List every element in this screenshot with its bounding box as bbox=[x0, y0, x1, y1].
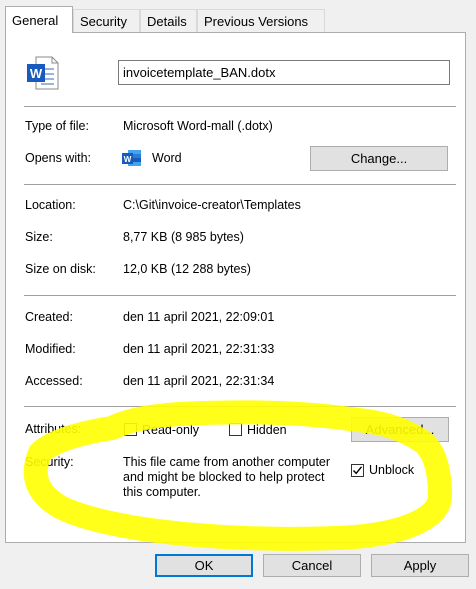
readonly-checkbox[interactable] bbox=[124, 423, 137, 436]
size-on-disk-value: 12,0 KB (12 288 bytes) bbox=[123, 262, 251, 276]
size-value: 8,77 KB (8 985 bytes) bbox=[123, 230, 244, 244]
type-value: Microsoft Word-mall (.dotx) bbox=[123, 119, 273, 133]
size-label: Size: bbox=[25, 230, 53, 244]
modified-label: Modified: bbox=[25, 342, 76, 356]
change-button[interactable]: Change... bbox=[310, 146, 448, 171]
security-message-line: and might be blocked to help protect bbox=[123, 470, 325, 484]
readonly-label[interactable]: Read-only bbox=[142, 423, 199, 437]
svg-text:W: W bbox=[30, 66, 43, 81]
location-label: Location: bbox=[25, 198, 76, 212]
opens-with-label: Opens with: bbox=[25, 151, 92, 165]
file-name-field[interactable]: invoicetemplate_BAN.dotx bbox=[118, 60, 450, 85]
tab-general[interactable]: General bbox=[5, 6, 73, 33]
security-message-line: This file came from another computer bbox=[123, 455, 331, 469]
modified-value: den 11 april 2021, 22:31:33 bbox=[123, 342, 275, 356]
word-document-icon: W bbox=[24, 55, 60, 91]
type-label: Type of file: bbox=[25, 119, 89, 133]
created-label: Created: bbox=[25, 310, 73, 324]
cancel-button[interactable]: Cancel bbox=[263, 554, 361, 577]
opens-with-app: Word bbox=[152, 151, 182, 165]
accessed-label: Accessed: bbox=[25, 374, 83, 388]
unblock-label[interactable]: Unblock bbox=[369, 463, 414, 477]
tab-security[interactable]: Security bbox=[73, 9, 140, 32]
separator bbox=[24, 406, 456, 407]
size-on-disk-label: Size on disk: bbox=[25, 262, 96, 276]
security-label: Security: bbox=[25, 455, 74, 469]
general-panel: W invoicetemplate_BAN.dotx Type of file:… bbox=[5, 32, 466, 543]
advanced-button[interactable]: Advanced... bbox=[351, 417, 449, 442]
hidden-checkbox[interactable] bbox=[229, 423, 242, 436]
hidden-label[interactable]: Hidden bbox=[247, 423, 287, 437]
created-value: den 11 april 2021, 22:09:01 bbox=[123, 310, 275, 324]
location-value: C:\Git\invoice-creator\Templates bbox=[123, 198, 301, 212]
tab-details[interactable]: Details bbox=[140, 9, 197, 32]
checkmark-icon bbox=[352, 466, 363, 475]
attributes-label: Attributes: bbox=[25, 422, 82, 436]
separator bbox=[24, 295, 456, 296]
apply-button[interactable]: Apply bbox=[371, 554, 469, 577]
word-app-icon: W bbox=[122, 149, 142, 167]
accessed-value: den 11 april 2021, 22:31:34 bbox=[123, 374, 275, 388]
svg-text:W: W bbox=[124, 155, 132, 164]
unblock-checkbox[interactable] bbox=[351, 464, 364, 477]
tab-previous-versions[interactable]: Previous Versions bbox=[197, 9, 325, 32]
security-message: This file came from another computer and… bbox=[123, 455, 330, 500]
ok-button[interactable]: OK bbox=[155, 554, 253, 577]
security-message-line: this computer. bbox=[123, 485, 201, 499]
separator bbox=[24, 184, 456, 185]
separator bbox=[24, 106, 456, 107]
